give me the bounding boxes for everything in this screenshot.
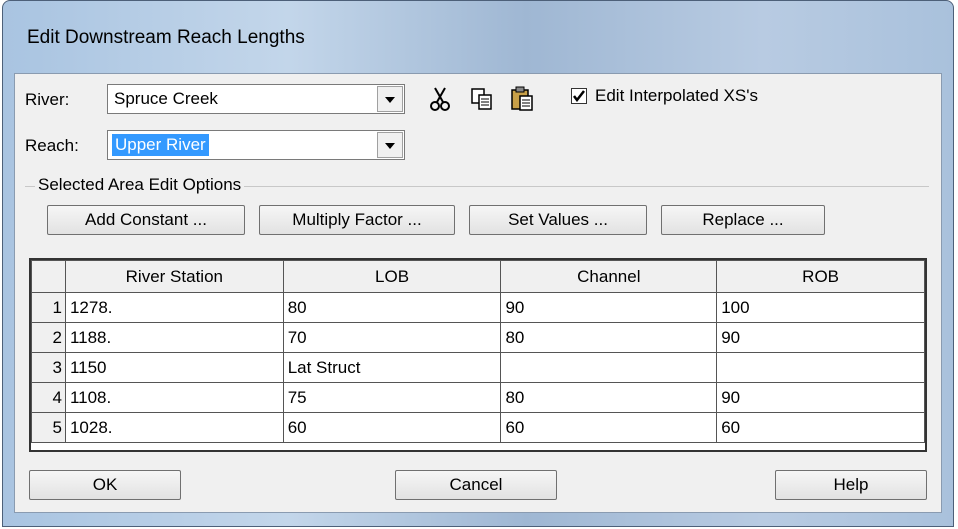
dialog-body: River: Spruce Creek Edit Interpolated XS… bbox=[14, 73, 942, 513]
station-cell[interactable]: 1278. bbox=[64, 292, 284, 323]
dialog-window: Edit Downstream Reach Lengths River: Spr… bbox=[2, 0, 954, 527]
rob-cell[interactable]: 90 bbox=[716, 382, 925, 413]
rob-cell[interactable] bbox=[716, 352, 925, 383]
reach-lengths-table[interactable]: River Station LOB Channel ROB 1 1278. 80… bbox=[29, 258, 927, 452]
row-number[interactable]: 1 bbox=[31, 292, 66, 323]
row-number-header bbox=[31, 260, 66, 293]
chevron-down-icon[interactable] bbox=[377, 132, 403, 158]
scissors-icon bbox=[430, 87, 450, 111]
rob-cell[interactable]: 90 bbox=[716, 322, 925, 353]
paste-button[interactable] bbox=[507, 84, 537, 114]
multiply-factor-button[interactable]: Multiply Factor ... bbox=[259, 205, 455, 235]
station-cell[interactable]: 1150 bbox=[64, 352, 284, 383]
copy-icon bbox=[471, 88, 492, 110]
title-bar[interactable]: Edit Downstream Reach Lengths bbox=[3, 1, 953, 73]
cut-button[interactable] bbox=[425, 84, 455, 114]
rob-cell[interactable]: 60 bbox=[716, 412, 925, 443]
row-number[interactable]: 5 bbox=[31, 412, 66, 443]
station-cell[interactable]: 1108. bbox=[64, 382, 284, 413]
lob-cell[interactable]: 60 bbox=[282, 412, 502, 443]
table-row: 3 1150 Lat Struct bbox=[31, 352, 925, 383]
row-number[interactable]: 2 bbox=[31, 322, 66, 353]
lob-cell[interactable]: 75 bbox=[282, 382, 502, 413]
channel-cell[interactable] bbox=[500, 352, 718, 383]
river-label: River: bbox=[25, 90, 70, 109]
channel-cell[interactable]: 60 bbox=[500, 412, 718, 443]
table-row: 4 1108. 75 80 90 bbox=[31, 382, 925, 413]
station-cell[interactable]: 1028. bbox=[64, 412, 284, 443]
channel-cell[interactable]: 90 bbox=[500, 292, 718, 323]
paste-icon bbox=[511, 86, 533, 111]
edit-interpolated-label[interactable]: Edit Interpolated XS's bbox=[595, 86, 758, 106]
help-button[interactable]: Help bbox=[775, 470, 927, 500]
lob-cell[interactable]: 70 bbox=[282, 322, 502, 353]
ok-button[interactable]: OK bbox=[29, 470, 181, 500]
copy-button[interactable] bbox=[467, 84, 497, 114]
column-header[interactable]: Channel bbox=[500, 260, 718, 293]
lob-cell[interactable]: 80 bbox=[282, 292, 502, 323]
cancel-button[interactable]: Cancel bbox=[395, 470, 557, 500]
add-constant-button[interactable]: Add Constant ... bbox=[47, 205, 245, 235]
column-header[interactable]: River Station bbox=[64, 260, 284, 293]
row-number[interactable]: 4 bbox=[31, 382, 66, 413]
channel-cell[interactable]: 80 bbox=[500, 382, 718, 413]
channel-cell[interactable]: 80 bbox=[500, 322, 718, 353]
table-row: 2 1188. 70 80 90 bbox=[31, 322, 925, 353]
reach-label: Reach: bbox=[25, 136, 79, 155]
row-number[interactable]: 3 bbox=[31, 352, 66, 383]
table-row: 1 1278. 80 90 100 bbox=[31, 292, 925, 323]
reach-select[interactable]: Upper River bbox=[107, 130, 405, 160]
lob-cell[interactable]: Lat Struct bbox=[282, 352, 502, 383]
river-select-value: Spruce Creek bbox=[114, 89, 218, 108]
river-select[interactable]: Spruce Creek bbox=[107, 84, 405, 114]
table-header-row: River Station LOB Channel ROB bbox=[31, 260, 925, 293]
window-title: Edit Downstream Reach Lengths bbox=[27, 27, 305, 48]
rob-cell[interactable]: 100 bbox=[716, 292, 925, 323]
reach-select-value: Upper River bbox=[112, 134, 209, 156]
edit-options-group-label: Selected Area Edit Options bbox=[35, 175, 245, 195]
column-header[interactable]: ROB bbox=[716, 260, 925, 293]
column-header[interactable]: LOB bbox=[282, 260, 502, 293]
replace-button[interactable]: Replace ... bbox=[661, 205, 825, 235]
chevron-down-icon[interactable] bbox=[377, 86, 403, 112]
table-row: 5 1028. 60 60 60 bbox=[31, 412, 925, 443]
edit-interpolated-checkbox[interactable] bbox=[571, 88, 587, 104]
checkmark-icon bbox=[573, 90, 585, 102]
set-values-button[interactable]: Set Values ... bbox=[469, 205, 647, 235]
station-cell[interactable]: 1188. bbox=[64, 322, 284, 353]
